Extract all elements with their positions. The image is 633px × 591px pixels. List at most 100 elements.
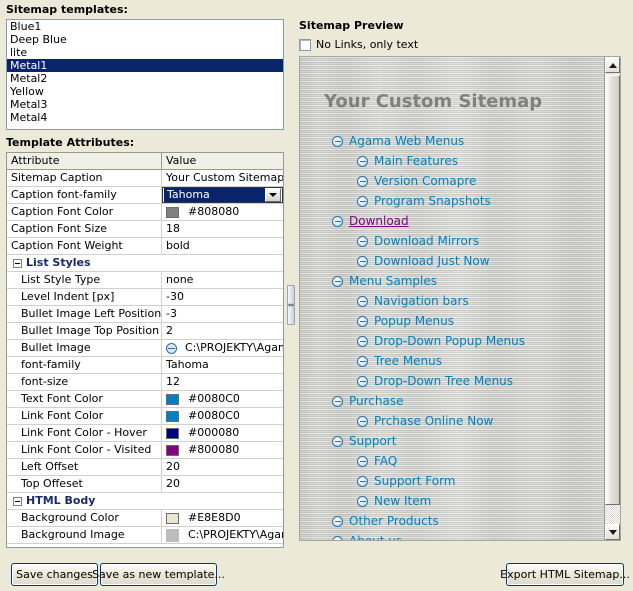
save-changes-button[interactable]: Save changes	[11, 563, 98, 586]
grid-property-value[interactable]: 20	[162, 476, 283, 492]
collapse-minus-icon[interactable]	[13, 258, 22, 268]
no-links-checkbox[interactable]	[299, 38, 311, 51]
sitemap-node-link[interactable]: Popup Menus	[374, 314, 454, 328]
sitemap-tree-node[interactable]: Navigation bars	[357, 291, 594, 311]
grid-property-value[interactable]: #E8E8D0	[162, 510, 283, 526]
grid-property-row[interactable]: Caption font-family Tahoma	[7, 187, 283, 204]
grid-property-row[interactable]: Caption Font Size 18	[7, 221, 283, 238]
sitemap-node-link[interactable]: Menu Samples	[349, 274, 437, 288]
grid-property-value[interactable]: 20	[162, 459, 283, 475]
grid-property-value[interactable]: 12	[162, 374, 283, 390]
sitemap-tree-node[interactable]: Main Features	[357, 151, 594, 171]
grid-property-row[interactable]: Link Font Color - Visited #800080	[7, 442, 283, 459]
sitemap-node-link[interactable]: Main Features	[374, 154, 458, 168]
sitemap-node-link[interactable]: Purchase	[349, 394, 404, 408]
sitemap-tree-node[interactable]: New Item	[357, 491, 594, 511]
grid-property-value[interactable]: #0080C0	[162, 408, 283, 424]
splitter-collapse-handle[interactable]	[287, 285, 295, 325]
sitemap-tree-node[interactable]: Program Snapshots	[357, 191, 594, 211]
grid-property-row[interactable]: Background Image C:\PROJEKTY\AgamaWe	[7, 527, 283, 544]
sitemap-tree-node[interactable]: Tree Menus	[357, 351, 594, 371]
grid-property-value[interactable]: C:\PROJEKTY\AgamaWe	[162, 340, 283, 356]
preview-vertical-scrollbar[interactable]	[604, 57, 620, 540]
grid-property-row[interactable]: Bullet Image C:\PROJEKTY\AgamaWe	[7, 340, 283, 357]
export-html-sitemap-button[interactable]: Export HTML Sitemap...	[500, 563, 630, 586]
grid-property-value[interactable]: Your Custom Sitemap	[162, 170, 283, 186]
template-list-item[interactable]: Blue1	[7, 20, 283, 33]
sitemap-node-link[interactable]: Drop-Down Popup Menus	[374, 334, 525, 348]
sitemap-node-link[interactable]: Agama Web Menus	[349, 134, 464, 148]
sitemap-tree-node[interactable]: Support	[332, 431, 594, 451]
grid-property-value[interactable]: -30	[162, 289, 283, 305]
grid-property-row[interactable]: Level Indent [px] -30	[7, 289, 283, 306]
color-swatch[interactable]	[166, 393, 179, 405]
grid-property-row[interactable]: Caption Font Color #808080	[7, 204, 283, 221]
grid-property-value[interactable]: 2	[162, 323, 283, 339]
grid-group-row[interactable]: HTML Body	[7, 493, 283, 510]
color-swatch[interactable]	[166, 427, 179, 439]
sitemap-tree-node[interactable]: Drop-Down Popup Menus	[357, 331, 594, 351]
sitemap-node-link[interactable]: Download	[349, 214, 409, 228]
template-list-item[interactable]: Metal2	[7, 72, 283, 85]
grid-property-value[interactable]: -3	[162, 306, 283, 322]
sitemap-tree-node[interactable]: Popup Menus	[357, 311, 594, 331]
grid-property-row[interactable]: List Style Type none	[7, 272, 283, 289]
grid-group-row[interactable]: List Styles	[7, 255, 283, 272]
sitemap-tree-node[interactable]: About us	[332, 531, 594, 540]
color-swatch[interactable]	[166, 512, 179, 524]
sitemap-node-link[interactable]: Program Snapshots	[374, 194, 491, 208]
sitemap-node-link[interactable]: Navigation bars	[374, 294, 469, 308]
sitemap-node-link[interactable]: Support Form	[374, 474, 455, 488]
scroll-up-button[interactable]	[605, 57, 620, 73]
grid-property-value[interactable]: none	[162, 272, 283, 288]
sitemap-node-link[interactable]: Tree Menus	[374, 354, 442, 368]
scrollbar-track[interactable]	[605, 73, 620, 524]
sitemap-tree-node[interactable]: Prchase Online Now	[357, 411, 594, 431]
sitemap-tree-node[interactable]: Support Form	[357, 471, 594, 491]
grid-property-value[interactable]: Tahoma	[162, 357, 283, 373]
color-swatch[interactable]	[166, 410, 179, 422]
grid-property-value[interactable]: bold	[162, 238, 283, 254]
sitemap-node-link[interactable]: New Item	[374, 494, 431, 508]
template-list-item[interactable]: Deep Blue	[7, 33, 283, 46]
sitemap-templates-list[interactable]: Blue1 Deep Blue lite Metal1 Metal2 Yellow Meta…	[6, 19, 284, 130]
sitemap-node-link[interactable]: Support	[349, 434, 396, 448]
no-links-option-row[interactable]: No Links, only text	[299, 38, 418, 51]
grid-property-value[interactable]: Tahoma	[162, 187, 283, 203]
grid-property-row[interactable]: Text Font Color #0080C0	[7, 391, 283, 408]
template-list-item[interactable]: Yellow	[7, 85, 283, 98]
grid-property-row[interactable]: Background Color #E8E8D0	[7, 510, 283, 527]
grid-property-row[interactable]: Bullet Image Left Position [px]-3	[7, 306, 283, 323]
grid-property-row[interactable]: Top Offeset 20	[7, 476, 283, 493]
collapse-minus-icon[interactable]	[13, 496, 22, 506]
grid-property-row[interactable]: Left Offset 20	[7, 459, 283, 476]
panel-splitter[interactable]	[285, 14, 297, 548]
grid-property-value[interactable]: #0080C0	[162, 391, 283, 407]
grid-property-row[interactable]: font-size 12	[7, 374, 283, 391]
grid-property-row[interactable]: Link Font Color - Hover #000080	[7, 425, 283, 442]
save-as-new-template-button[interactable]: Save as new template...	[92, 563, 225, 586]
grid-property-row[interactable]: font-family Tahoma	[7, 357, 283, 374]
scroll-down-button[interactable]	[605, 524, 620, 540]
scrollbar-thumb[interactable]	[605, 75, 620, 505]
color-swatch[interactable]	[166, 206, 179, 218]
sitemap-tree-node[interactable]: Download	[332, 211, 594, 231]
chevron-down-icon[interactable]	[265, 188, 281, 202]
sitemap-tree-node[interactable]: Version Comapre	[357, 171, 594, 191]
template-list-item[interactable]: Metal4	[7, 111, 283, 124]
grid-property-value[interactable]: 18	[162, 221, 283, 237]
sitemap-node-link[interactable]: Download Mirrors	[374, 234, 479, 248]
template-attributes-grid[interactable]: Attribute Value Sitemap Caption Your Cust…	[6, 152, 284, 548]
grid-property-value[interactable]: #000080	[162, 425, 283, 441]
grid-property-row[interactable]: Bullet Image Top Position [px]2	[7, 323, 283, 340]
grid-property-row[interactable]: Sitemap Caption Your Custom Sitemap	[7, 170, 283, 187]
sitemap-tree-node[interactable]: Purchase	[332, 391, 594, 411]
grid-property-row[interactable]: Link Font Color #0080C0	[7, 408, 283, 425]
grid-property-value[interactable]: #808080	[162, 204, 283, 220]
sitemap-node-link[interactable]: Other Products	[349, 514, 439, 528]
template-list-item[interactable]: Metal3	[7, 98, 283, 111]
sitemap-node-link[interactable]: FAQ	[374, 454, 397, 468]
template-list-item[interactable]: lite	[7, 46, 283, 59]
sitemap-node-link[interactable]: About us	[349, 534, 402, 540]
grid-property-row[interactable]: Caption Font Weight bold	[7, 238, 283, 255]
